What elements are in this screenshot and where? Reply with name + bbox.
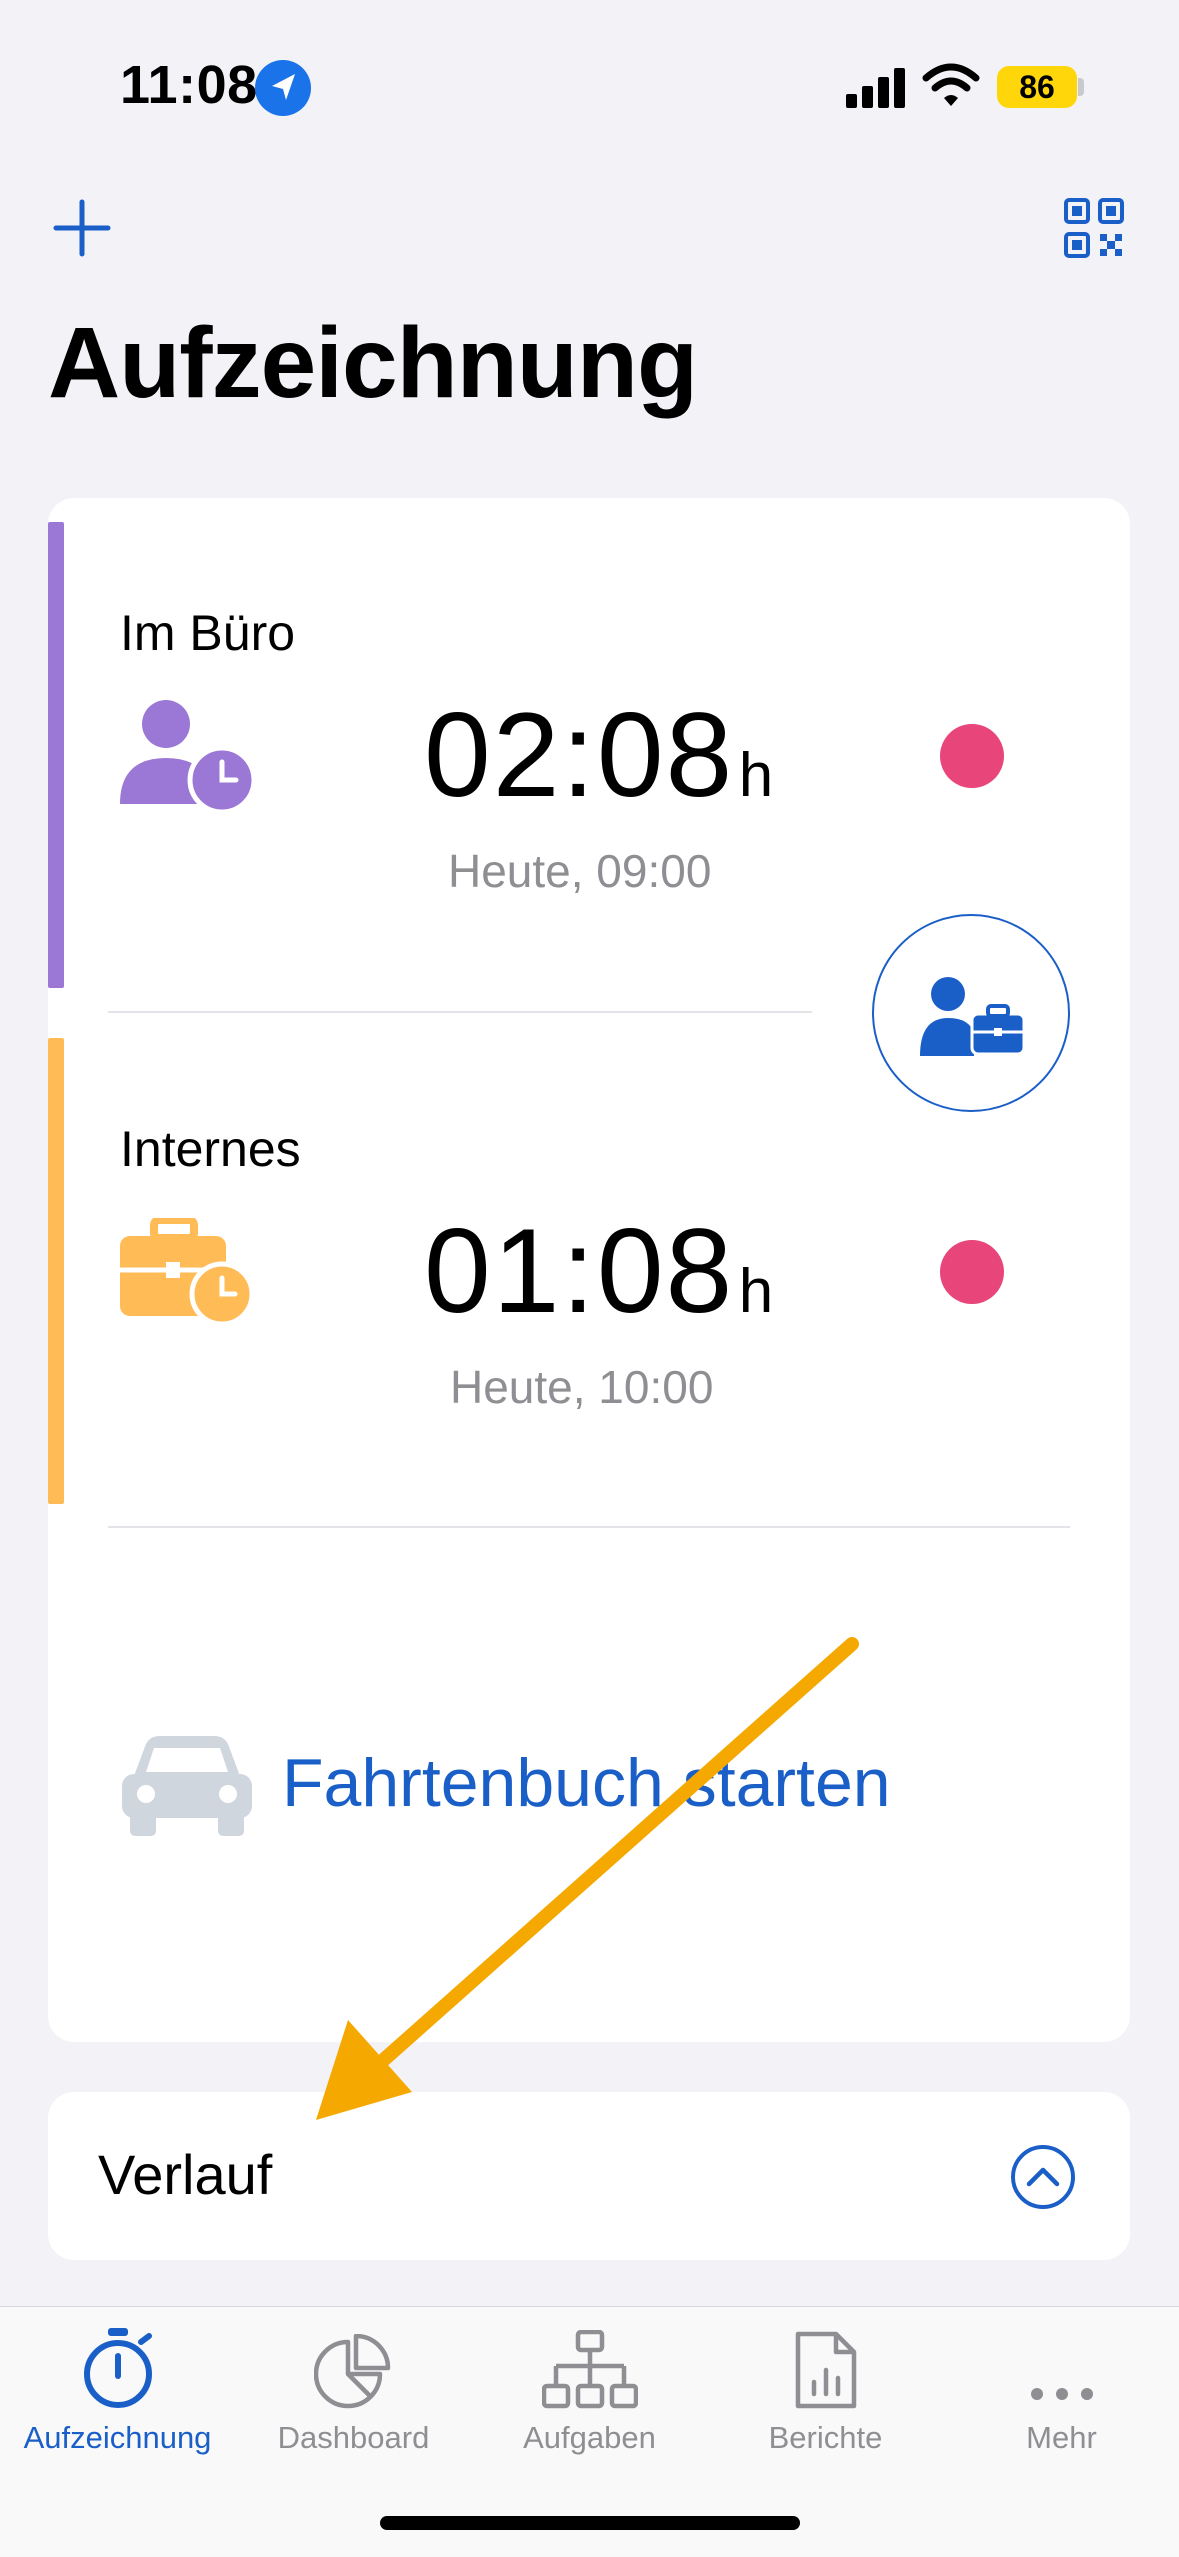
tab-label: Aufgaben bbox=[523, 2420, 656, 2455]
tab-label: Mehr bbox=[1026, 2420, 1097, 2455]
entry-timer[interactable]: 02:08 h bbox=[424, 686, 773, 824]
car-icon[interactable] bbox=[120, 1734, 254, 1843]
divider bbox=[108, 1526, 1070, 1528]
hierarchy-icon bbox=[472, 2310, 707, 2410]
briefcase-clock-icon[interactable] bbox=[118, 1216, 256, 1331]
more-icon bbox=[944, 2310, 1179, 2410]
tab-aufgaben[interactable]: Aufgaben bbox=[472, 2310, 707, 2460]
plus-icon[interactable] bbox=[52, 198, 112, 263]
entry-timer[interactable]: 01:08 h bbox=[424, 1202, 773, 1340]
battery-tip bbox=[1078, 78, 1084, 96]
chevron-up-circle-icon[interactable] bbox=[1010, 2144, 1076, 2215]
time-unit: h bbox=[738, 741, 774, 810]
elapsed-time: 02:08 bbox=[424, 688, 735, 822]
entry-start-time: Heute, 10:00 bbox=[450, 1361, 714, 1413]
recording-indicator[interactable] bbox=[940, 724, 1004, 788]
qr-code-icon[interactable] bbox=[1064, 198, 1124, 263]
cellular-signal-icon bbox=[846, 66, 906, 113]
report-icon bbox=[708, 2310, 943, 2410]
tab-label: Dashboard bbox=[277, 2420, 430, 2455]
time-unit: h bbox=[738, 1257, 774, 1326]
annotation-arrow-icon bbox=[300, 1630, 880, 2155]
entry-start-time: Heute, 09:00 bbox=[448, 845, 712, 897]
entry-accent-bar bbox=[48, 522, 64, 988]
wifi-icon bbox=[922, 62, 980, 113]
tab-label: Aufzeichnung bbox=[23, 2420, 212, 2455]
home-indicator bbox=[380, 2516, 800, 2530]
switch-activity-button[interactable] bbox=[872, 914, 1070, 1112]
battery-level: 86 bbox=[997, 66, 1077, 108]
history-label: Verlauf bbox=[98, 2143, 273, 2206]
recording-indicator[interactable] bbox=[940, 1240, 1004, 1304]
stopwatch-icon bbox=[0, 2310, 235, 2410]
tab-dashboard[interactable]: Dashboard bbox=[236, 2310, 471, 2460]
entry-label: Internes bbox=[120, 1121, 301, 1177]
entry-accent-bar bbox=[48, 1038, 64, 1504]
elapsed-time: 01:08 bbox=[424, 1204, 735, 1338]
divider bbox=[108, 1011, 812, 1013]
tab-mehr[interactable]: Mehr bbox=[944, 2310, 1179, 2460]
pie-chart-icon bbox=[236, 2310, 471, 2410]
location-arrow-icon bbox=[255, 60, 311, 116]
page-title: Aufzeichnung bbox=[48, 307, 698, 419]
entry-label: Im Büro bbox=[120, 605, 296, 661]
tab-label: Berichte bbox=[768, 2420, 883, 2455]
status-time: 11:08 bbox=[120, 55, 258, 115]
tab-aufzeichnung[interactable]: Aufzeichnung bbox=[0, 2310, 235, 2460]
person-clock-icon[interactable] bbox=[118, 700, 257, 817]
tab-berichte[interactable]: Berichte bbox=[708, 2310, 943, 2460]
